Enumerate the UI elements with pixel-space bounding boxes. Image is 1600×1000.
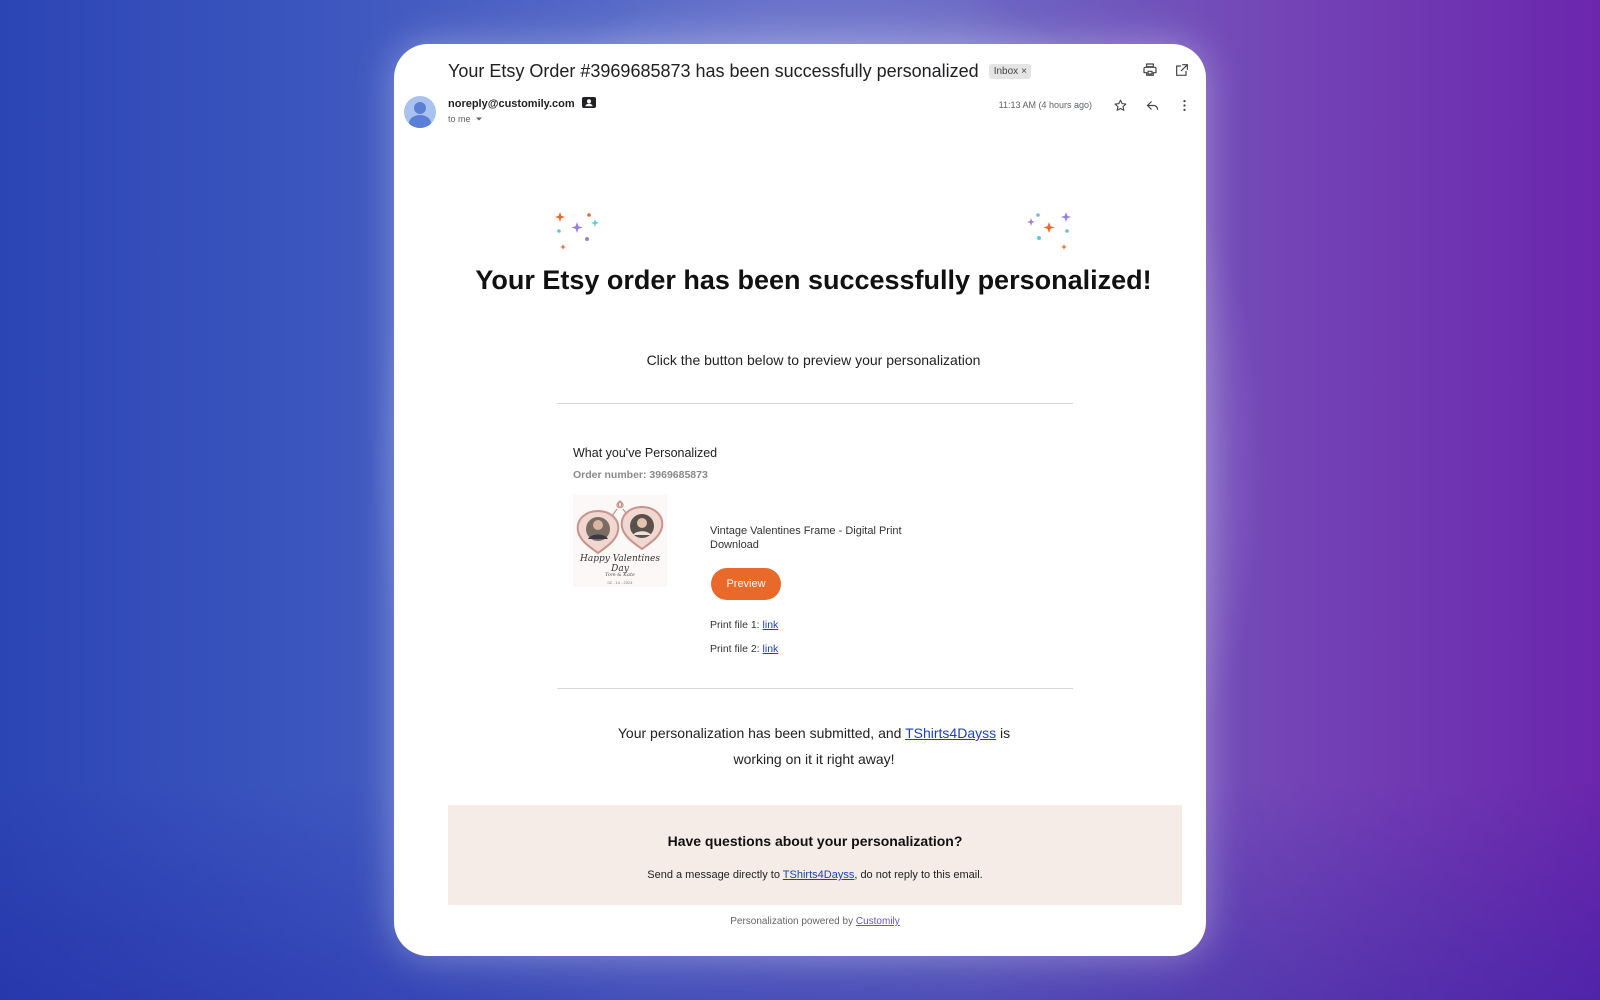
divider [557, 403, 1073, 404]
questions-title: Have questions about your personalizatio… [667, 833, 963, 849]
sparkles-left-icon [555, 212, 599, 250]
message-meta: 11:13 AM (4 hours ago) [999, 95, 1194, 115]
recipient-text: to me [448, 114, 471, 124]
reply-icon[interactable] [1142, 95, 1162, 115]
remove-label-icon[interactable]: × [1021, 66, 1027, 77]
chevron-down-icon[interactable] [475, 114, 483, 124]
print-file-label: Print file 1: [710, 619, 760, 631]
print-file-2: Print file 2: link [710, 643, 778, 655]
preview-button[interactable]: Preview [711, 568, 781, 600]
avatar[interactable] [404, 96, 436, 128]
recipient-line[interactable]: to me [448, 114, 483, 124]
thumbnail-date: 02 - 14 - 2024 [607, 580, 633, 585]
sender-email[interactable]: noreply@customily.com [448, 98, 575, 110]
questions-panel: Have questions about your personalizatio… [448, 805, 1182, 905]
questions-text-before: Send a message directly to [647, 869, 783, 881]
submitted-text-before: Your personalization has been submitted,… [617, 725, 906, 741]
order-number: Order number: 3969685873 [573, 469, 708, 481]
star-icon[interactable] [1110, 95, 1130, 115]
badge-label: Inbox [993, 66, 1019, 77]
thumbnail-names: Tom & Kate [604, 572, 635, 578]
questions-text-after: , do not reply to this email. [854, 869, 983, 881]
shop-link[interactable]: TShirts4Dayss [905, 725, 996, 741]
inbox-label-badge[interactable]: Inbox × [988, 64, 1031, 79]
contact-card-icon[interactable] [581, 97, 596, 111]
product-name: Vintage Valentines Frame - Digital Print… [710, 525, 902, 551]
submitted-message: Your personalization has been submitted,… [594, 720, 1034, 772]
print-icon[interactable] [1140, 60, 1160, 80]
email-card: Your Etsy Order #3969685873 has been suc… [394, 44, 1206, 956]
customily-link[interactable]: Customily [856, 916, 900, 927]
subject-text: Your Etsy Order #3969685873 has been suc… [448, 61, 979, 81]
top-actions [1140, 60, 1192, 80]
print-file-label: Print file 2: [710, 643, 760, 655]
divider [557, 688, 1073, 689]
open-in-new-icon[interactable] [1172, 60, 1192, 80]
questions-shop-link[interactable]: TShirts4Dayss [783, 869, 855, 881]
sender: noreply@customily.com [448, 97, 596, 111]
print-file-1-link[interactable]: link [763, 619, 779, 631]
footer-text: Personalization powered by [730, 916, 856, 927]
page-title: Your Etsy order has been successfully pe… [475, 265, 1152, 295]
section-title: What you've Personalized [573, 446, 718, 460]
print-file-2-link[interactable]: link [763, 643, 779, 655]
email-subject: Your Etsy Order #3969685873 has been suc… [448, 61, 1031, 82]
thumbnail-caption: Happy Valentines Day [580, 554, 660, 574]
footer: Personalization powered by Customily [448, 916, 1182, 927]
print-file-1: Print file 1: link [710, 619, 778, 631]
more-vert-icon[interactable] [1174, 95, 1194, 115]
sparkles-right-icon [1027, 212, 1071, 250]
questions-text: Send a message directly to TShirts4Dayss… [448, 869, 1182, 881]
timestamp: 11:13 AM (4 hours ago) [998, 100, 1092, 110]
page-subtitle: Click the button below to preview your p… [646, 352, 981, 368]
